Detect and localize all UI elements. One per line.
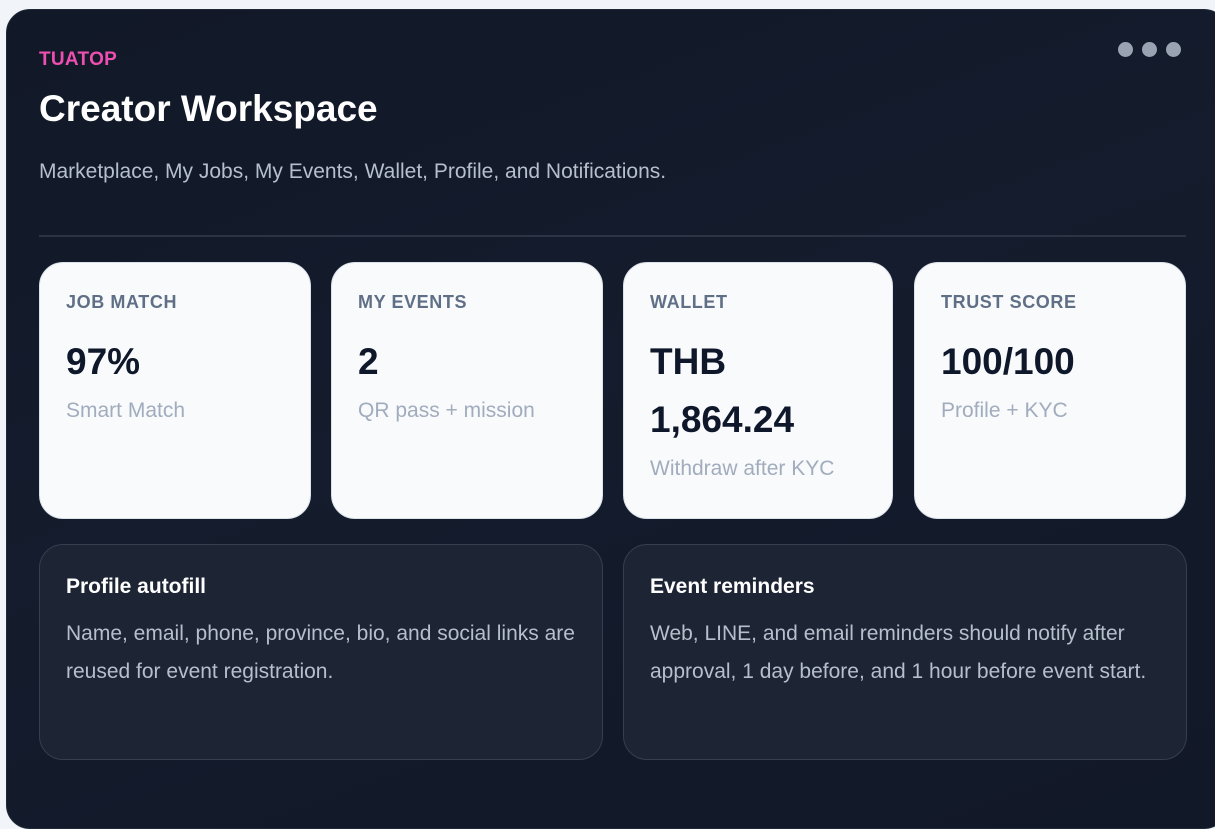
workspace-panel: TUATOP Creator Workspace Marketplace, My… [6, 9, 1215, 829]
info-text: Name, email, phone, province, bio, and s… [66, 622, 575, 683]
info-card-profile-autofill: Profile autofill Name, email, phone, pro… [39, 544, 603, 760]
brand-label: TUATOP [39, 49, 118, 70]
dot [1142, 42, 1157, 57]
info-card-event-reminders: Event reminders Web, LINE, and email rem… [623, 544, 1187, 760]
divider [39, 235, 1186, 237]
stat-note: Withdraw after KYC [650, 457, 835, 480]
stat-note: QR pass + mission [358, 399, 535, 422]
page-title: Creator Workspace [39, 88, 378, 129]
stat-label: TRUST SCORE [941, 292, 1077, 312]
info-title: Event reminders [650, 575, 815, 598]
page-subtitle: Marketplace, My Jobs, My Events, Wallet,… [39, 160, 667, 183]
stat-card-my-events[interactable]: MY EVENTS 2 QR pass + mission [331, 262, 603, 519]
stat-label: WALLET [650, 292, 728, 312]
info-title: Profile autofill [66, 575, 207, 598]
stat-card-wallet[interactable]: WALLET THB 1,864.24 Withdraw after KYC [623, 262, 893, 519]
stat-value: 100/100 [941, 341, 1075, 382]
stat-label: MY EVENTS [358, 292, 468, 312]
more-dots-icon[interactable] [1118, 42, 1181, 57]
dot [1118, 42, 1133, 57]
stat-note: Smart Match [66, 399, 186, 422]
stat-note: Profile + KYC [941, 399, 1068, 422]
stat-label: JOB MATCH [66, 292, 178, 312]
info-text: Web, LINE, and email reminders should no… [650, 622, 1147, 683]
stat-value: 97% [66, 341, 141, 382]
stat-card-trust-score[interactable]: TRUST SCORE 100/100 Profile + KYC [914, 262, 1186, 519]
stat-value: THB 1,864.24 [650, 341, 795, 440]
stat-card-job-match[interactable]: JOB MATCH 97% Smart Match [39, 262, 311, 519]
stat-value: 2 [358, 341, 379, 382]
dot [1166, 42, 1181, 57]
